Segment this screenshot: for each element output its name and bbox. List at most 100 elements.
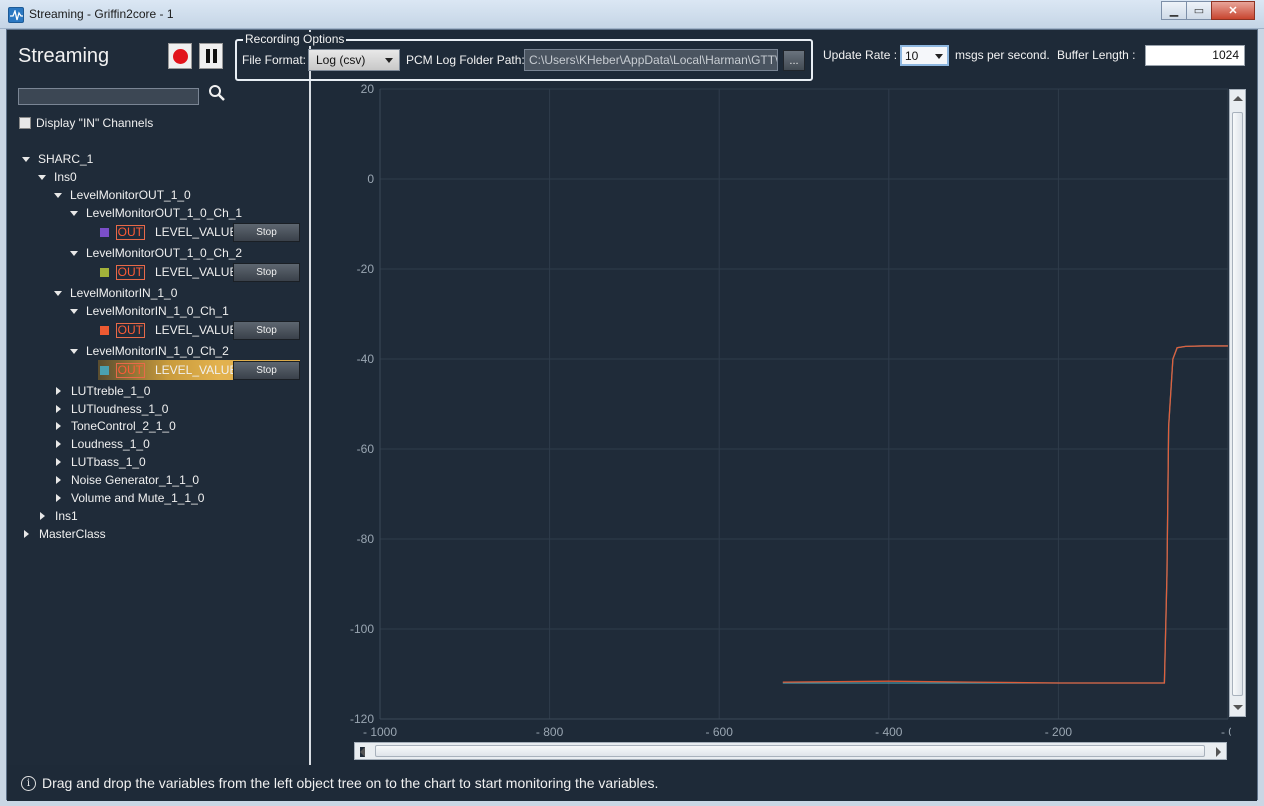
x-tick-label: - 0: [1221, 725, 1231, 739]
stop-button[interactable]: Stop: [232, 360, 300, 380]
vertical-scrollbar[interactable]: [1229, 89, 1246, 717]
stop-button[interactable]: Stop: [232, 320, 300, 340]
tree-leaf-variable[interactable]: OUT LEVEL_VALUE Stop: [98, 262, 300, 282]
tree-node-levelmonitor-out[interactable]: LevelMonitorOUT_1_0: [54, 187, 191, 203]
tree-node-volume-mute[interactable]: Volume and Mute_1_1_0: [54, 490, 204, 506]
tree-node-masterclass[interactable]: MasterClass: [22, 526, 106, 542]
scroll-down-icon[interactable]: [1233, 705, 1243, 710]
y-tick-label: -80: [357, 532, 375, 546]
title-bar: Streaming - Griffin2core - 1 ▁ ▭ ✕: [0, 0, 1264, 29]
tree-leaf-variable[interactable]: OUT LEVEL_VALUE Stop: [98, 320, 300, 340]
tree-node-levelmonitor-out-ch1[interactable]: LevelMonitorOUT_1_0_Ch_1: [70, 205, 242, 221]
expand-icon[interactable]: [70, 348, 78, 354]
search-icon[interactable]: [208, 84, 226, 102]
update-rate-label: Update Rate :: [823, 48, 898, 62]
out-tag: OUT: [115, 362, 145, 378]
display-in-channels-checkbox[interactable]: Display "IN" Channels: [19, 116, 153, 130]
expand-icon[interactable]: [70, 250, 78, 256]
checkbox-label: Display "IN" Channels: [36, 116, 154, 130]
x-tick-label: - 200: [1045, 725, 1073, 739]
tree-node-tone-control[interactable]: ToneControl_2_1_0: [54, 418, 176, 434]
vertical-scroll-thumb[interactable]: [1232, 112, 1243, 696]
recording-options-title: Recording Options: [243, 32, 347, 46]
out-tag: OUT: [115, 264, 145, 280]
collapse-icon[interactable]: [56, 458, 61, 466]
horizontal-scroll-thumb[interactable]: [375, 745, 1205, 757]
series-color-swatch: [100, 365, 109, 375]
expand-icon[interactable]: [22, 156, 30, 162]
variable-label: LEVEL_VALUE: [154, 323, 238, 337]
record-button[interactable]: [168, 43, 192, 69]
streaming-chart[interactable]: 20 0 -20 -40 -60 -80 -100 -120- 1000 - 800 - 600 -…: [311, 80, 1231, 740]
collapse-icon[interactable]: [56, 440, 61, 448]
y-tick-label: -120: [350, 712, 374, 726]
collapse-icon[interactable]: [56, 405, 61, 413]
main-window: Streaming Display "IN" Channels SHARC_1 …: [6, 29, 1258, 801]
variable-label: LEVEL_VALUE: [154, 225, 238, 239]
pcm-path-label: PCM Log Folder Path:: [406, 53, 525, 67]
checkbox-box[interactable]: [19, 117, 31, 129]
object-tree-panel: Streaming Display "IN" Channels SHARC_1 …: [7, 30, 309, 765]
tree-node-levelmonitor-out-ch2[interactable]: LevelMonitorOUT_1_0_Ch_2: [70, 245, 242, 261]
expand-icon[interactable]: [70, 308, 78, 314]
out-tag: OUT: [115, 224, 145, 240]
pause-icon: [205, 49, 210, 63]
close-button[interactable]: ✕: [1211, 1, 1255, 20]
collapse-icon[interactable]: [24, 530, 29, 538]
collapse-icon[interactable]: [56, 387, 61, 395]
collapse-icon[interactable]: [40, 512, 45, 520]
info-icon: i: [21, 775, 36, 791]
expand-icon[interactable]: [38, 174, 46, 180]
update-rate-select[interactable]: 10: [900, 45, 949, 66]
expand-icon[interactable]: [54, 192, 62, 198]
x-tick-label: - 600: [706, 725, 734, 739]
tree-node-ins0[interactable]: Ins0: [38, 169, 77, 185]
y-tick-label: 20: [361, 82, 375, 96]
collapse-icon[interactable]: [56, 494, 61, 502]
y-tick-label: -100: [350, 622, 374, 636]
tree-node-lut-loudness[interactable]: LUTloudness_1_0: [54, 401, 168, 417]
expand-icon[interactable]: [70, 210, 78, 216]
panel-title: Streaming: [18, 45, 110, 67]
tree-leaf-variable[interactable]: OUT LEVEL_VALUE Stop: [98, 222, 300, 242]
tree-node-levelmonitor-in-ch1[interactable]: LevelMonitorIN_1_0_Ch_1: [70, 303, 229, 319]
window-title: Streaming - Griffin2core - 1: [29, 7, 174, 21]
x-tick-label: - 800: [536, 725, 564, 739]
file-format-label: File Format:: [242, 53, 307, 67]
maximize-button[interactable]: ▭: [1186, 1, 1212, 20]
chevron-down-icon: [935, 54, 943, 59]
expand-icon[interactable]: [54, 290, 62, 296]
tree-node-sharc[interactable]: SHARC_1: [22, 151, 93, 167]
tree-node-ins1[interactable]: Ins1: [38, 508, 78, 524]
tree-node-noise-generator[interactable]: Noise Generator_1_1_0: [54, 472, 199, 488]
tree-node-levelmonitor-in[interactable]: LevelMonitorIN_1_0: [54, 285, 177, 301]
collapse-icon[interactable]: [56, 476, 61, 484]
tree-node-loudness[interactable]: Loudness_1_0: [54, 436, 150, 452]
status-bar: i Drag and drop the variables from the l…: [7, 765, 1257, 801]
collapse-icon[interactable]: [56, 422, 61, 430]
horizontal-scrollbar[interactable]: [354, 742, 1227, 760]
app-icon: [8, 7, 24, 23]
tree-node-levelmonitor-in-ch2[interactable]: LevelMonitorIN_1_0_Ch_2: [70, 343, 229, 359]
scroll-right-icon[interactable]: [1216, 747, 1221, 757]
series-color-swatch: [100, 325, 109, 335]
tree-node-lut-bass[interactable]: LUTbass_1_0: [54, 454, 146, 470]
buffer-length-label: Buffer Length :: [1057, 48, 1136, 62]
scroll-up-icon[interactable]: [1233, 96, 1243, 101]
tree-leaf-variable-selected[interactable]: OUT LEVEL_VALUE Stop: [98, 360, 300, 380]
browse-button[interactable]: ...: [783, 50, 805, 71]
x-tick-label: - 400: [875, 725, 903, 739]
scroll-left-icon[interactable]: [360, 747, 365, 757]
buffer-length-input[interactable]: 1024: [1145, 45, 1245, 66]
tree-node-lut-treble[interactable]: LUTtreble_1_0: [54, 383, 150, 399]
msgs-per-second-label: msgs per second.: [955, 48, 1050, 62]
chevron-down-icon: [385, 58, 393, 63]
search-input[interactable]: [18, 88, 199, 105]
pause-button[interactable]: [199, 43, 223, 69]
pcm-path-input[interactable]: C:\Users\KHeber\AppData\Local\Harman\GTT…: [524, 49, 778, 71]
minimize-button[interactable]: ▁: [1161, 1, 1187, 20]
series-color-swatch: [100, 267, 109, 277]
stop-button[interactable]: Stop: [232, 262, 300, 282]
stop-button[interactable]: Stop: [232, 222, 300, 242]
file-format-select[interactable]: Log (csv): [308, 49, 400, 71]
